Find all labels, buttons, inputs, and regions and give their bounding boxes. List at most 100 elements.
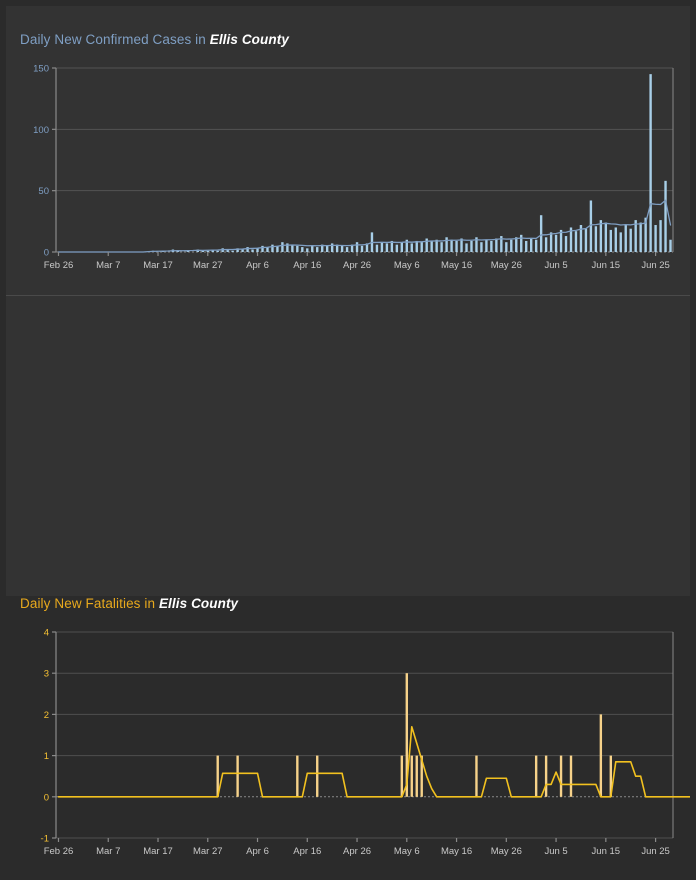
x-tick-label-1: Mar 7: [96, 260, 120, 271]
bar: [241, 249, 244, 252]
bar: [639, 222, 642, 252]
bar: [291, 244, 294, 252]
bar: [455, 240, 458, 252]
x-tick-label-4: Apr 6: [246, 846, 269, 857]
bar: [345, 247, 349, 252]
fatalities-plot: -1 0 1 2 3 4 Feb 26 Mar 7 Mar 17 Mar 27 Apr 6 Apr 1…: [6, 618, 690, 880]
y-tick-label-100: 100: [33, 125, 49, 136]
fatalities-panel: Daily New Fatalities in Ellis County -1 0…: [6, 296, 690, 857]
x-tick-label-2: Mar 17: [143, 260, 173, 271]
dashboard-root: Daily New Confirmed Cases in Ellis Count…: [0, 0, 696, 857]
y-tick-label-4: 4: [44, 628, 49, 639]
x-tick-label-0: Feb 26: [44, 260, 74, 271]
x-tick-label-7: May 6: [394, 260, 420, 271]
bar: [410, 755, 413, 797]
bar: [301, 247, 304, 252]
bar: [659, 220, 662, 252]
x-tick-label-6: Apr 26: [343, 846, 371, 857]
bar: [515, 237, 518, 252]
bar: [400, 242, 404, 252]
bar: [425, 238, 428, 252]
bar: [440, 242, 443, 252]
bar: [330, 243, 334, 252]
bar: [584, 228, 588, 252]
x-tick-label-7: May 6: [394, 846, 420, 857]
bar: [400, 755, 404, 797]
y-tick-label-0: 0: [44, 248, 49, 259]
confirmed-cases-title-prefix: Daily New Confirmed Cases in: [20, 32, 210, 47]
bar: [296, 755, 299, 797]
bar: [430, 240, 433, 252]
bar: [534, 755, 538, 797]
x-tick-label-11: Jun 15: [592, 846, 621, 857]
bar: [599, 220, 603, 252]
bar: [236, 755, 239, 797]
bar: [490, 240, 493, 252]
bar: [505, 242, 508, 252]
bar: [281, 242, 284, 252]
x-tick-label-5: Apr 16: [293, 846, 321, 857]
bar: [539, 215, 543, 252]
y-tick-label-150: 150: [33, 64, 49, 75]
confirmed-cases-svg: 0 50 100 150 Feb 26 Mar 7 Mar 17 Mar 27 Apr 6 Apr…: [33, 64, 674, 271]
rolling-average-line: [57, 199, 672, 253]
confirmed-cases-plot: 0 50 100 150 Feb 26 Mar 7 Mar 17 Mar 27 Apr 6 Apr…: [6, 50, 690, 290]
fatalities-title-prefix: Daily New Fatalities in: [20, 596, 159, 611]
bar: [480, 242, 483, 252]
y-tick-label-0: 0: [44, 792, 49, 803]
confirmed-cases-panel: Daily New Confirmed Cases in Ellis Count…: [6, 6, 690, 296]
bar: [261, 245, 264, 252]
bar: [316, 755, 319, 797]
bar: [465, 243, 468, 252]
bar: [415, 755, 418, 797]
confirmed-cases-chart-title: Daily New Confirmed Cases in Ellis Count…: [20, 32, 289, 47]
y-tick-label--1: -1: [41, 834, 49, 845]
bar: [340, 245, 344, 252]
bar: [564, 236, 568, 252]
x-tick-label-6: Apr 26: [343, 260, 371, 271]
x-tick-label-9: May 26: [491, 260, 522, 271]
x-tick-label-4: Apr 6: [246, 260, 269, 271]
x-tick-label-3: Mar 27: [193, 846, 223, 857]
bar: [529, 238, 533, 252]
x-tick-label-12: Jun 25: [641, 260, 670, 271]
bar: [380, 242, 384, 252]
bar: [415, 240, 418, 252]
bar: [485, 239, 488, 252]
x-tick-label-0: Feb 26: [44, 846, 74, 857]
x-tick-label-3: Mar 27: [193, 260, 223, 271]
bar: [554, 234, 558, 252]
y-tick-label-1: 1: [44, 751, 49, 762]
fatalities-svg: -1 0 1 2 3 4 Feb 26 Mar 7 Mar 17 Mar 27 Apr 6 Apr 1…: [41, 628, 690, 857]
x-tick-label-1: Mar 7: [96, 846, 120, 857]
bar: [325, 245, 329, 252]
bar: [311, 245, 314, 252]
fatalities-chart-title: Daily New Fatalities in Ellis County: [20, 596, 238, 611]
x-tick-label-2: Mar 17: [143, 846, 173, 857]
bar: [544, 237, 548, 252]
bar: [470, 240, 473, 252]
bar: [654, 225, 657, 252]
bar: [206, 250, 209, 252]
bar: [609, 229, 612, 252]
bar: [624, 225, 627, 252]
bar: [475, 755, 478, 797]
bar: [604, 222, 608, 252]
y-tick-label-50: 50: [38, 186, 49, 197]
bar: [216, 250, 219, 252]
bar: [599, 714, 603, 797]
bar: [534, 239, 538, 252]
bar: [664, 180, 667, 252]
bar: [559, 755, 563, 797]
x-tick-label-10: Jun 5: [544, 846, 567, 857]
x-tick-label-12: Jun 25: [641, 846, 670, 857]
bar: [375, 244, 379, 252]
bar: [549, 232, 553, 252]
bar: [435, 239, 438, 252]
bar: [525, 240, 528, 252]
x-tick-label-8: May 16: [441, 260, 472, 271]
bar: [619, 232, 622, 252]
rolling-average-line: [57, 725, 690, 798]
bar: [649, 74, 652, 252]
bar: [634, 220, 637, 252]
